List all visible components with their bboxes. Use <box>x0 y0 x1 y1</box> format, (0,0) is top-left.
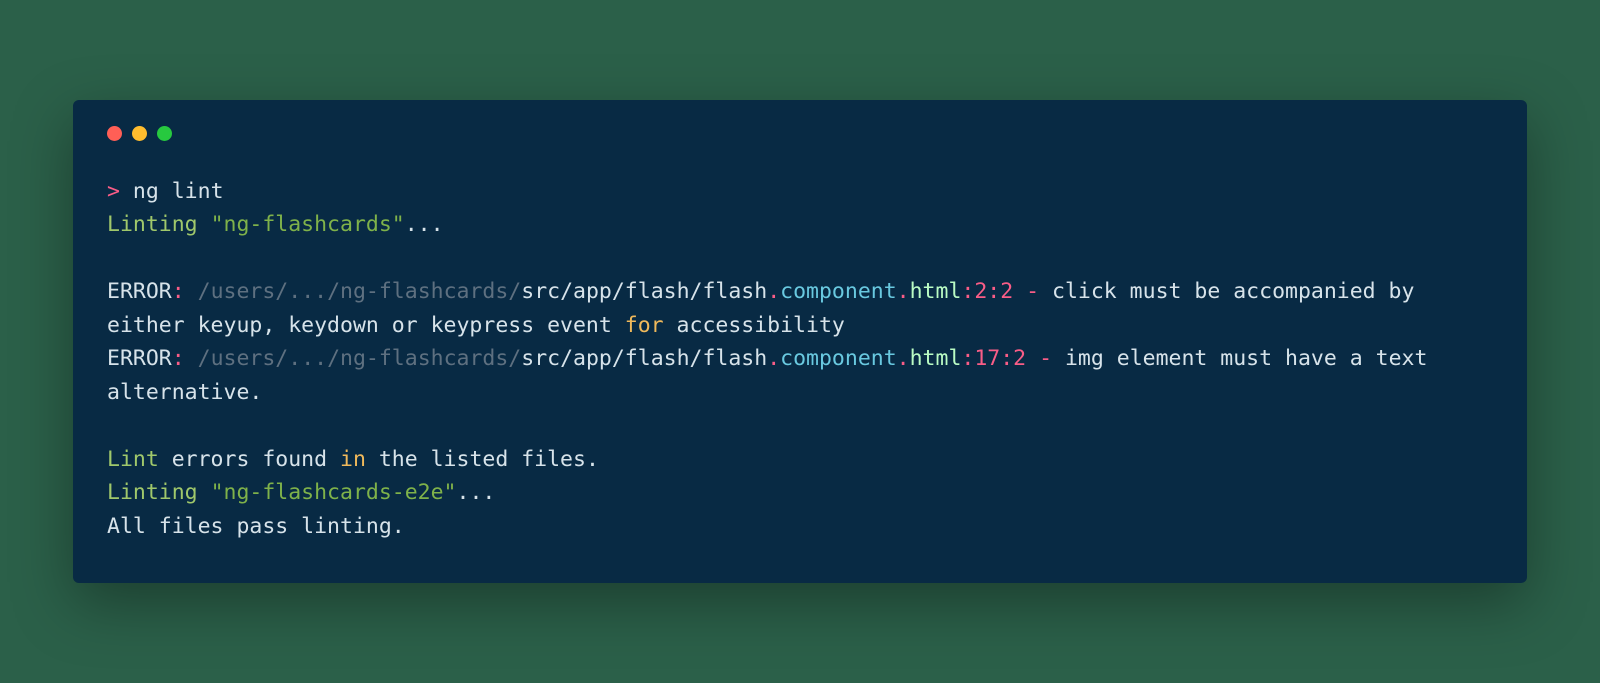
terminal-window: > ng lint Linting "ng-flashcards"... ERR… <box>73 100 1527 584</box>
error-label: ERROR <box>107 279 172 304</box>
error-message: accessibility <box>664 313 845 338</box>
linting-label: Linting <box>107 212 198 237</box>
separator-dash: - <box>1026 346 1065 371</box>
minimize-icon[interactable] <box>132 126 147 141</box>
summary-text: the listed files. <box>366 447 599 472</box>
separator-dash: - <box>1013 279 1052 304</box>
command-text: ng lint <box>133 179 224 204</box>
ellipsis: ... <box>405 212 444 237</box>
stage: > ng lint Linting "ng-flashcards"... ERR… <box>0 0 1600 683</box>
component-token: component <box>780 279 897 304</box>
project-name: "ng-flashcards" <box>211 212 405 237</box>
line-col: :2:2 <box>961 279 1013 304</box>
ext-token: html <box>910 279 962 304</box>
prompt-symbol: > <box>107 179 120 204</box>
zoom-icon[interactable] <box>157 126 172 141</box>
keyword-in: in <box>340 447 366 472</box>
pass-message: All files pass linting. <box>107 514 405 539</box>
summary-text: errors found <box>159 447 340 472</box>
error-message: . <box>249 380 262 405</box>
dot: . <box>767 346 780 371</box>
project-name: "ng-flashcards-e2e" <box>211 480 457 505</box>
error-label: ERROR <box>107 346 172 371</box>
terminal-output: > ng lint Linting "ng-flashcards"... ERR… <box>107 175 1493 544</box>
error-colon: : <box>172 279 185 304</box>
ellipsis: ... <box>457 480 496 505</box>
dot: . <box>897 279 910 304</box>
lint-label: Lint <box>107 447 159 472</box>
dot: . <box>897 346 910 371</box>
error-message: img element must have a <box>1065 346 1376 371</box>
keyword-for: for <box>625 313 664 338</box>
error-path-prefix: /users/.../ng-flashcards/ <box>198 279 522 304</box>
error-path: src/app/flash/flash <box>521 279 767 304</box>
error-colon: : <box>172 346 185 371</box>
ext-token: html <box>910 346 962 371</box>
linting-label: Linting <box>107 480 198 505</box>
component-token: component <box>780 346 897 371</box>
line-col: :17:2 <box>961 346 1026 371</box>
error-path-prefix: /users/.../ng-flashcards/ <box>198 346 522 371</box>
close-icon[interactable] <box>107 126 122 141</box>
dot: . <box>767 279 780 304</box>
error-path: src/app/flash/flash <box>521 346 767 371</box>
window-controls <box>107 126 1493 141</box>
